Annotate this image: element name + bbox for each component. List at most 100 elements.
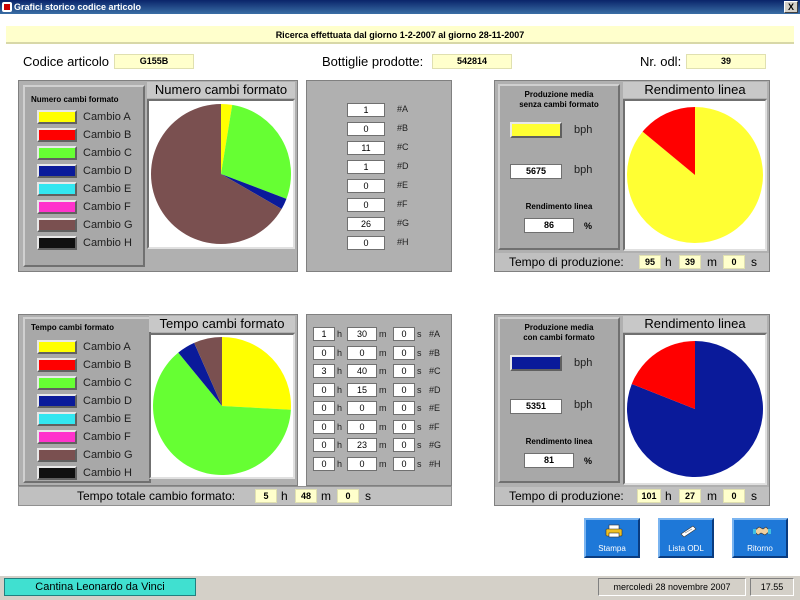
right-top-bph-value: 5675	[510, 164, 562, 179]
right-bottom-pie-chart	[627, 341, 763, 477]
lista-odl-button[interactable]: Lista ODL	[658, 518, 714, 558]
time-unit-m: m	[379, 458, 387, 469]
status-date: mercoledì 28 novembre 2007	[598, 578, 746, 596]
change-count-value: 26	[347, 217, 385, 231]
right-bottom-tp-minutes: 27	[679, 489, 701, 503]
legend-swatch	[37, 340, 77, 354]
stampa-button[interactable]: Stampa	[584, 518, 640, 558]
time-unit-s: s	[417, 366, 422, 376]
codice-value: G155B	[114, 54, 194, 69]
change-code: #G	[429, 440, 442, 450]
right-bottom-chart-title: Rendimento linea	[623, 316, 767, 332]
right-top-title: Produzione media senza cambi formato	[519, 90, 599, 109]
legend-swatch	[37, 430, 77, 444]
change-time-s: 0	[393, 345, 415, 360]
change-time-h: 0	[313, 382, 335, 397]
change-code: #B	[429, 347, 441, 358]
change-code: #C	[429, 366, 441, 376]
right-bottom-tp-m-unit: m	[707, 489, 717, 503]
legend-swatch	[37, 394, 77, 408]
bottom-chart-title: Tempo cambi formato	[149, 316, 295, 332]
legend-swatch	[37, 236, 77, 250]
company-name: Cantina Leonardo da Vinci	[4, 578, 196, 596]
legend-label: Cambio H	[83, 237, 132, 249]
total-m-unit: m	[321, 489, 331, 503]
right-top-pct: %	[584, 221, 593, 231]
search-range-banner: Ricerca effettuata dal giorno 1-2-2007 a…	[6, 26, 794, 44]
time-unit-s: s	[417, 347, 422, 358]
close-button[interactable]: X	[784, 1, 798, 13]
time-unit-s: s	[417, 440, 422, 450]
legend-item: Cambio B	[37, 127, 153, 145]
change-code: #D	[397, 161, 409, 171]
right-bottom-tp-s-unit: s	[751, 489, 757, 503]
right-bottom-color-swatch	[510, 355, 562, 371]
right-top-pie-frame	[623, 99, 767, 251]
change-count-value: 1	[347, 160, 385, 174]
time-unit-h: h	[337, 384, 343, 395]
total-time-bar: Tempo totale cambio formato: 5 h 48 m 0 …	[18, 486, 452, 506]
change-count-value: 0	[347, 198, 385, 212]
total-seconds: 0	[337, 489, 359, 503]
legend-label: Cambio C	[83, 147, 132, 159]
legend-label: Cambio H	[83, 467, 132, 479]
top-counts-panel: 1 #A 0 #B 11 #C 1 #D 0 #E 0 #F 26 #G 0 #H	[306, 80, 452, 272]
legend-label: Cambio G	[83, 219, 133, 231]
change-time-h: 0	[313, 438, 335, 452]
pie-slice	[222, 337, 291, 410]
right-top-chart-title: Rendimento linea	[623, 82, 767, 98]
legend-swatch	[37, 128, 77, 142]
bottom-pie-chart	[153, 337, 291, 475]
legend-swatch	[37, 182, 77, 196]
legend-item: Cambio G	[37, 217, 153, 235]
legend-label: Cambio D	[83, 165, 132, 177]
time-unit-h: h	[337, 403, 343, 413]
change-time-m: 23	[347, 438, 377, 452]
legend-swatch	[37, 448, 77, 462]
legend-label: Cambio C	[83, 377, 132, 389]
right-top-pie-chart	[627, 107, 763, 243]
right-bottom-tp-label: Tempo di produzione:	[509, 489, 624, 503]
right-top-rend-value: 86	[524, 218, 574, 233]
change-code: #E	[429, 403, 441, 413]
change-time-h: 3	[313, 364, 335, 378]
change-time-s: 0	[393, 401, 415, 415]
lista-odl-label: Lista ODL	[668, 544, 704, 553]
top-legend-title: Numero cambi formato	[31, 95, 119, 104]
legend-item: Cambio B	[37, 357, 153, 375]
legend-swatch	[37, 146, 77, 160]
right-top-tp-m-unit: m	[707, 255, 717, 269]
time-unit-m: m	[379, 421, 387, 432]
legend-item: Cambio D	[37, 163, 153, 181]
legend-item: Cambio E	[37, 181, 153, 199]
legend-item: Cambio E	[37, 411, 153, 429]
legend-label: Cambio A	[83, 111, 131, 123]
legend-label: Cambio F	[83, 201, 131, 213]
bottom-pie-frame	[149, 333, 295, 479]
top-pie-frame	[147, 99, 295, 249]
right-bottom-bph-unit-2: bph	[574, 399, 593, 411]
bottom-legend-panel: Tempo cambi formato Cambio A Cambio B Camb…	[23, 317, 151, 483]
right-bottom-title: Produzione media con cambi formato	[523, 323, 595, 342]
ritorno-button[interactable]: Ritorno	[732, 518, 788, 558]
top-legend-panel: Numero cambi formato Cambio A Cambio B Cam…	[23, 85, 145, 267]
status-time: 17.55	[750, 578, 794, 596]
window-title: Grafici storico codice articolo	[14, 2, 142, 12]
time-unit-m: m	[379, 329, 387, 339]
time-unit-h: h	[337, 366, 343, 376]
time-unit-s: s	[417, 421, 422, 432]
change-code: #H	[429, 458, 441, 469]
change-time-m: 0	[347, 419, 377, 434]
change-time-s: 0	[393, 364, 415, 378]
time-unit-m: m	[379, 347, 387, 358]
change-code: #F	[429, 421, 440, 432]
change-time-s: 0	[393, 382, 415, 397]
total-hours: 5	[255, 489, 277, 503]
legend-label: Cambio G	[83, 449, 133, 461]
legend-item: Cambio H	[37, 235, 153, 253]
right-bottom-pie-frame	[623, 333, 767, 485]
stampa-label: Stampa	[598, 544, 626, 553]
right-top-color-swatch	[510, 122, 562, 138]
printer-icon	[605, 524, 623, 538]
right-top-tp-hours: 95	[639, 255, 661, 269]
